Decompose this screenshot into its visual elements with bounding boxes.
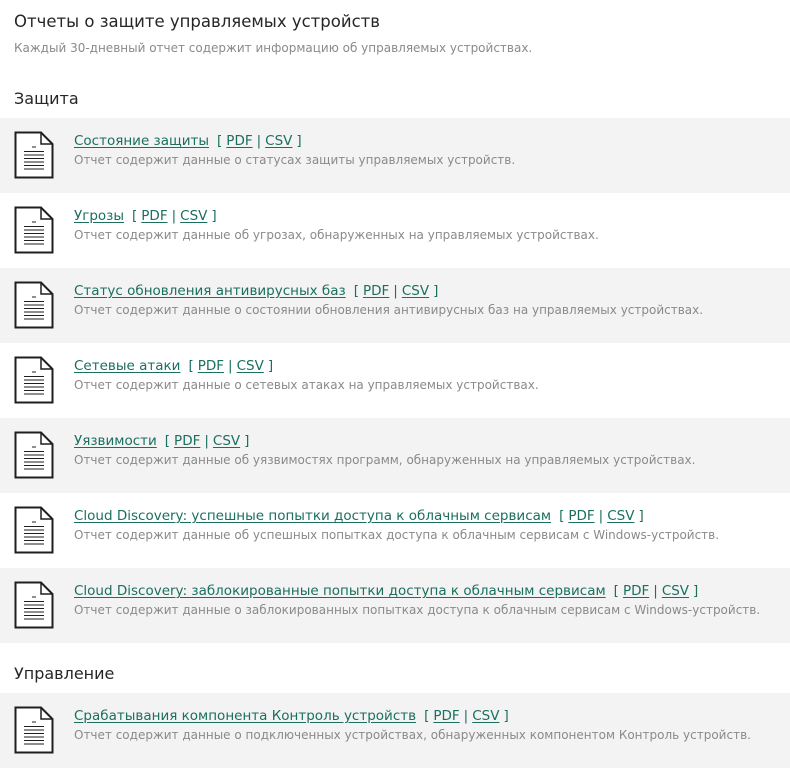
bracket-close: ] — [638, 508, 644, 524]
report-description: Отчет содержит данные о заблокированных … — [74, 603, 761, 617]
bracket-close: ] — [693, 583, 699, 599]
report-list-protection: Состояние защиты[PDF | CSV] Отчет содержит… — [0, 118, 790, 643]
report-link[interactable]: Уязвимости — [74, 433, 157, 449]
report-description: Отчет содержит данные об уязвимостях про… — [74, 453, 696, 467]
report-row: Угрозы [PDF | CSV] Отчет содержит данные об… — [0, 193, 790, 268]
report-formats: [PDF | CSV] — [354, 283, 439, 299]
bracket-open: [ — [217, 133, 223, 149]
report-formats: [PDF | CSV] — [424, 708, 509, 724]
bracket-open: [ — [164, 433, 171, 449]
format-separator: | — [598, 508, 604, 524]
pdf-link[interactable]: PDF — [623, 583, 649, 599]
report-description: Отчет содержит данные о статусах защиты … — [74, 153, 516, 167]
report-description: Отчет содержит данные о состоянии обновл… — [74, 303, 704, 317]
bracket-open: [ — [559, 508, 565, 524]
document-icon — [14, 431, 54, 479]
page-title: Отчеты о защите управляемых устройств — [14, 12, 380, 31]
report-title-line: Cloud Discovery: успешные попытки доступ… — [74, 507, 644, 525]
format-separator: | — [463, 708, 469, 724]
bracket-open: [ — [132, 208, 138, 224]
format-separator: | — [204, 433, 209, 449]
document-icon — [14, 506, 54, 554]
bracket-close: ] — [503, 708, 509, 724]
report-list-management: Срабатывания компонента Контроль устройс… — [0, 693, 790, 768]
bracket-open: [ — [188, 358, 194, 374]
bracket-close: ] — [296, 133, 302, 149]
csv-link[interactable]: CSV — [472, 708, 499, 724]
csv-link[interactable]: CSV — [213, 433, 240, 449]
csv-link[interactable]: CSV — [402, 283, 429, 299]
report-formats: [PDF | CSV] — [132, 208, 217, 224]
pdf-link[interactable]: PDF — [198, 358, 224, 374]
pdf-link[interactable]: PDF — [568, 508, 594, 524]
report-row: Cloud Discovery: успешные попытки доступ… — [0, 493, 790, 568]
csv-link[interactable]: CSV — [180, 208, 207, 224]
report-description: Отчет содержит данные об успешных попытк… — [74, 528, 720, 542]
report-title-line: Сетевые атаки [PDF | CSV] — [74, 357, 273, 375]
report-description: Отчет содержит данные о подключенных уст… — [74, 728, 751, 742]
report-link[interactable]: Сетевые атаки — [74, 358, 180, 374]
pdf-link[interactable]: PDF — [433, 708, 459, 724]
document-icon — [14, 581, 54, 629]
document-icon — [14, 706, 54, 754]
document-icon — [14, 281, 54, 329]
pdf-link[interactable]: PDF — [141, 208, 167, 224]
report-row: Уязвимости [PDF | CSV] Отчет содержит данны… — [0, 418, 790, 493]
report-description: Отчет содержит данные о сетевых атаках н… — [74, 378, 539, 392]
bracket-close: ] — [267, 358, 274, 374]
report-row: Состояние защиты [PDF | CSV] Отчет содержит… — [0, 118, 790, 193]
pdf-link[interactable]: PDF — [226, 133, 252, 149]
pdf-link[interactable]: PDF — [174, 433, 200, 449]
format-separator: | — [256, 133, 262, 149]
format-separator: | — [171, 208, 177, 224]
report-link[interactable]: Срабатывания компонента Контроль устройс… — [74, 708, 416, 724]
report-link[interactable]: Cloud Discovery: успешные попытки доступ… — [74, 508, 551, 524]
report-link[interactable]: Cloud Discovery: заблокированные попытки… — [74, 583, 606, 599]
bracket-open: [ — [424, 708, 430, 724]
format-separator: | — [393, 283, 398, 299]
report-formats: [PDF | CSV] — [188, 358, 273, 374]
report-title-line: Срабатывания компонента Контроль устройс… — [74, 707, 509, 725]
page-subtitle: Каждый 30-дневный отчет содержит информа… — [14, 41, 533, 55]
report-formats: [PDF | CSV] — [217, 133, 302, 149]
bracket-close: ] — [433, 283, 439, 299]
report-title-line: Cloud Discovery: заблокированные попытки… — [74, 582, 698, 600]
report-description: Отчет содержит данные об угрозах, обнару… — [74, 228, 599, 242]
section-title-protection: Защита — [14, 89, 79, 108]
report-row: Cloud Discovery: заблокированные попытки… — [0, 568, 790, 643]
report-title-line: Уязвимости [PDF | CSV] — [74, 432, 249, 450]
report-title-line: Статус обновления антивирусных баз [PDF | C… — [74, 282, 438, 300]
pdf-link[interactable]: PDF — [363, 283, 389, 299]
csv-link[interactable]: CSV — [265, 133, 292, 149]
report-formats: [PDF | CSV] — [165, 433, 250, 449]
report-title-line: Угрозы [PDF | CSV] — [74, 207, 217, 225]
bracket-open: [ — [613, 583, 619, 599]
document-icon — [14, 131, 54, 179]
bracket-open: [ — [353, 283, 359, 299]
csv-link[interactable]: CSV — [607, 508, 634, 524]
report-link[interactable]: Угрозы — [74, 208, 124, 224]
section-title-management: Управление — [14, 664, 115, 683]
report-formats: [PDF | CSV] — [614, 583, 699, 599]
document-icon — [14, 206, 54, 254]
bracket-close: ] — [244, 433, 250, 449]
format-separator: | — [653, 583, 658, 599]
report-title-line: Состояние защиты [PDF | CSV] — [74, 132, 302, 150]
report-link[interactable]: Статус обновления антивирусных баз — [74, 283, 346, 299]
csv-link[interactable]: CSV — [237, 358, 264, 374]
csv-link[interactable]: CSV — [662, 583, 689, 599]
report-formats: [PDF | CSV] — [559, 508, 644, 524]
document-icon — [14, 356, 54, 404]
report-link[interactable]: Состояние защиты — [74, 133, 209, 149]
report-row: Срабатывания компонента Контроль устройс… — [0, 693, 790, 768]
report-row: Сетевые атаки [PDF | CSV] Отчет содержит да… — [0, 343, 790, 418]
bracket-close: ] — [211, 208, 217, 224]
report-row: Статус обновления антивирусных баз [PDF | C… — [0, 268, 790, 343]
format-separator: | — [228, 358, 233, 374]
